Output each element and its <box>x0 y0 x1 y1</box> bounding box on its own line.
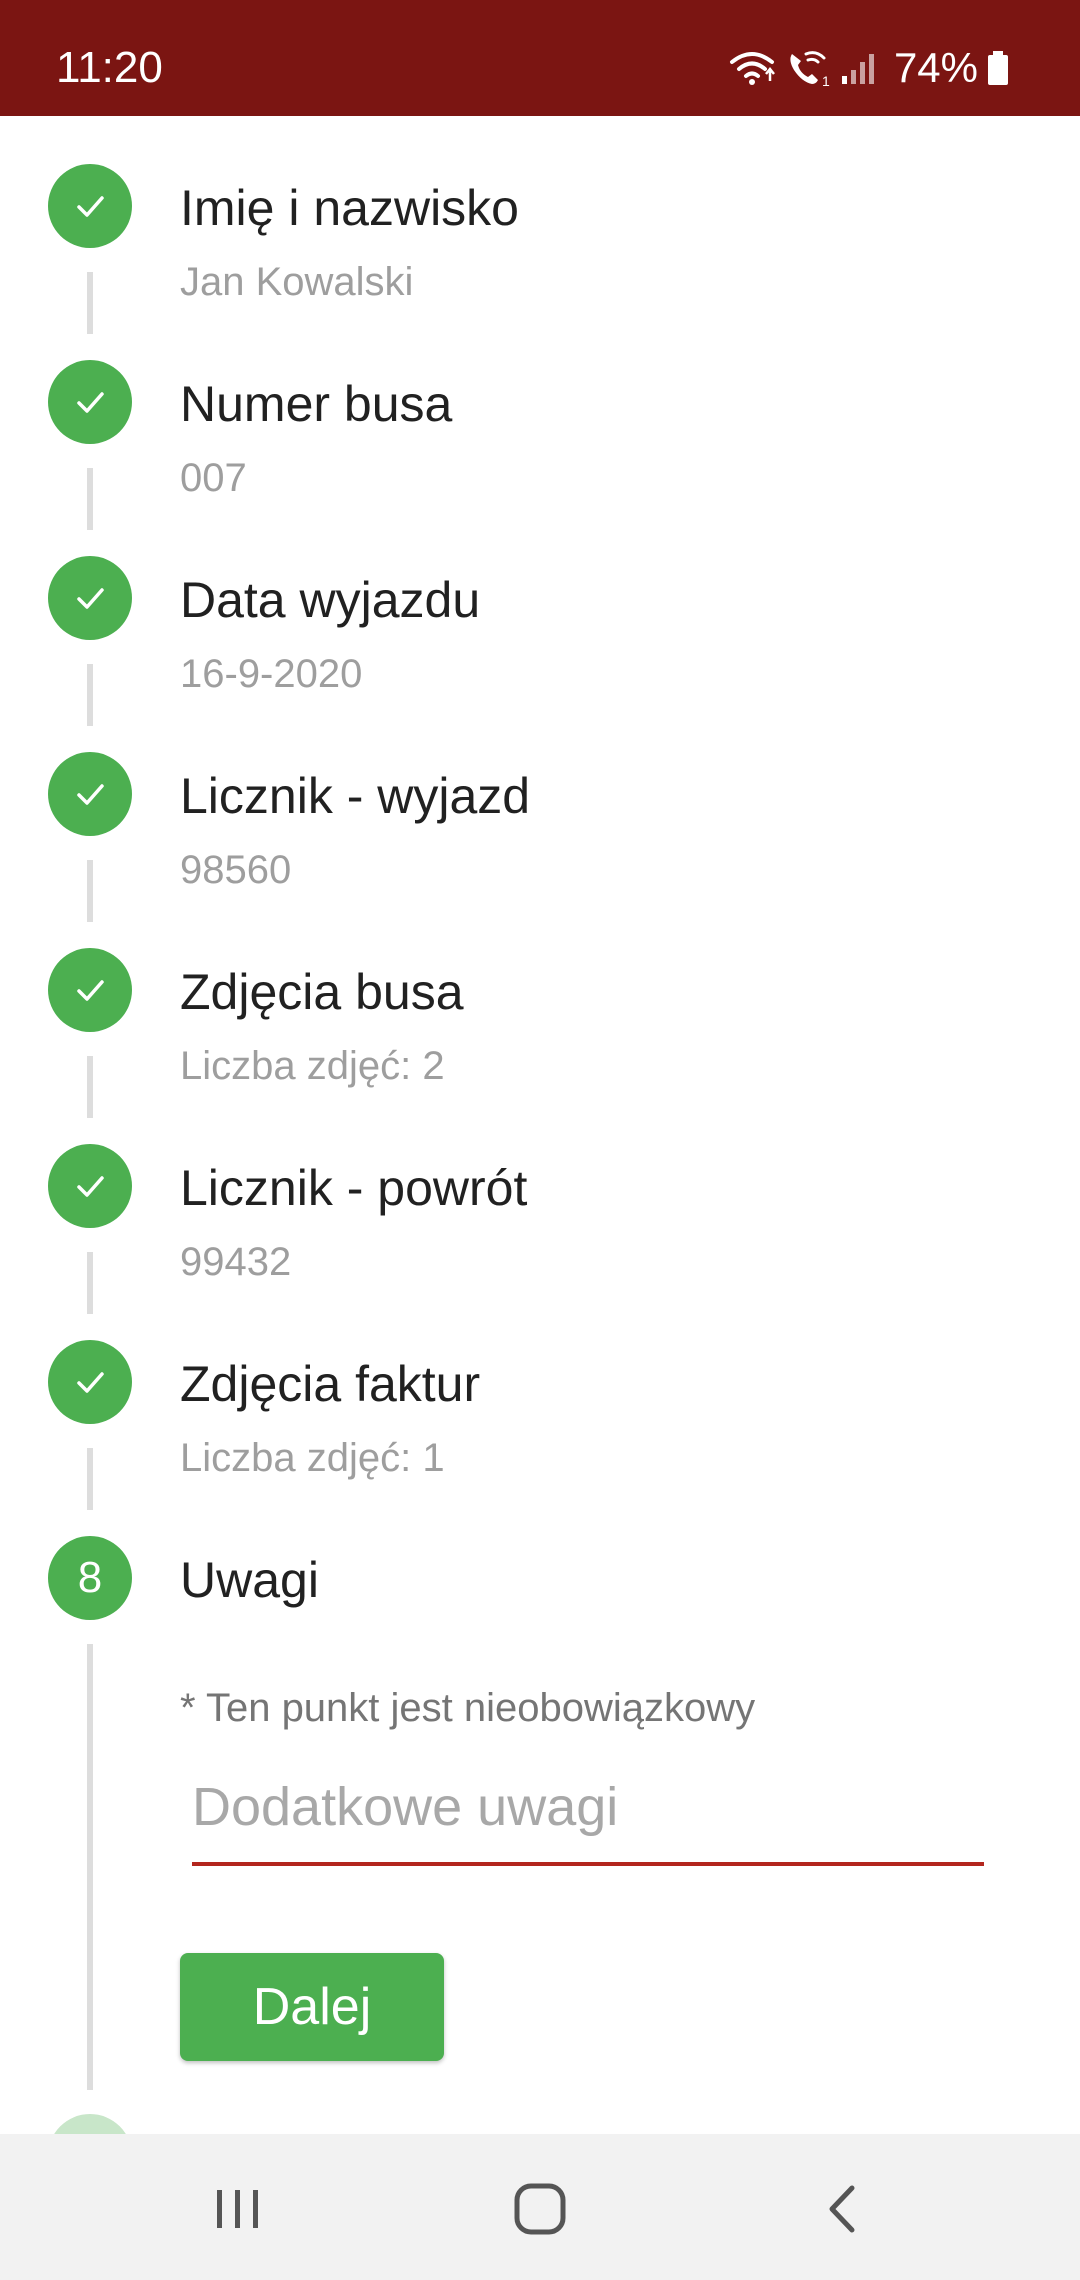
status-icons: 1 74% <box>728 44 1010 92</box>
step-title-active[interactable]: Uwagi <box>180 1550 319 1610</box>
step-value: 16-9-2020 <box>180 652 363 696</box>
battery-percent: 74% <box>893 44 978 91</box>
svg-text:1: 1 <box>822 73 830 88</box>
step-title[interactable]: Licznik - wyjazd <box>180 766 530 826</box>
step-value: Liczba zdjęć: 1 <box>180 1436 445 1480</box>
next-button[interactable]: Dalej <box>180 1953 444 2061</box>
step-value: 98560 <box>180 848 292 892</box>
step-check-icon <box>48 1340 132 1424</box>
step-check-icon <box>48 360 132 444</box>
wifi-icon <box>728 48 776 88</box>
step-value: 007 <box>180 456 247 500</box>
signal-icon <box>840 48 880 88</box>
wifi-call-icon: 1 <box>784 48 832 88</box>
step-connector <box>87 1644 93 2090</box>
notes-input[interactable] <box>192 1770 984 1866</box>
step-title[interactable]: Zdjęcia busa <box>180 962 464 1022</box>
step-connector <box>87 468 93 530</box>
optional-note: * Ten punkt jest nieobowiązkowy <box>180 1686 756 1730</box>
step-check-icon <box>48 164 132 248</box>
step-title[interactable]: Numer busa <box>180 374 452 434</box>
step-title[interactable]: Zdjęcia faktur <box>180 1354 480 1414</box>
back-icon[interactable] <box>804 2174 884 2244</box>
step-connector <box>87 1252 93 1314</box>
step-connector <box>87 272 93 334</box>
step-check-icon <box>48 752 132 836</box>
home-icon[interactable] <box>500 2174 580 2244</box>
step-value: 99432 <box>180 1240 292 1284</box>
step-value: Jan Kowalski <box>180 260 414 304</box>
step-check-icon <box>48 556 132 640</box>
step-check-icon <box>48 948 132 1032</box>
step-check-icon <box>48 1144 132 1228</box>
step-title[interactable]: Data wyjazdu <box>180 570 480 630</box>
step-connector <box>87 1448 93 1510</box>
step-number-badge: 8 <box>48 1536 132 1620</box>
step-connector <box>87 664 93 726</box>
navigation-bar <box>0 2134 1080 2280</box>
battery-icon <box>986 48 1010 88</box>
status-time: 11:20 <box>56 43 163 92</box>
next-step-circle <box>48 2114 132 2134</box>
step-connector <box>87 860 93 922</box>
stepper: Imię i nazwisko Jan Kowalski Numer busa … <box>0 116 1080 2134</box>
step-value: Liczba zdjęć: 2 <box>180 1044 445 1088</box>
step-title[interactable]: Imię i nazwisko <box>180 178 519 238</box>
recent-apps-icon[interactable] <box>198 2174 278 2244</box>
step-title[interactable]: Licznik - powrót <box>180 1158 527 1218</box>
step-connector <box>87 1056 93 1118</box>
status-bar: 11:20 1 74% <box>0 0 1080 116</box>
